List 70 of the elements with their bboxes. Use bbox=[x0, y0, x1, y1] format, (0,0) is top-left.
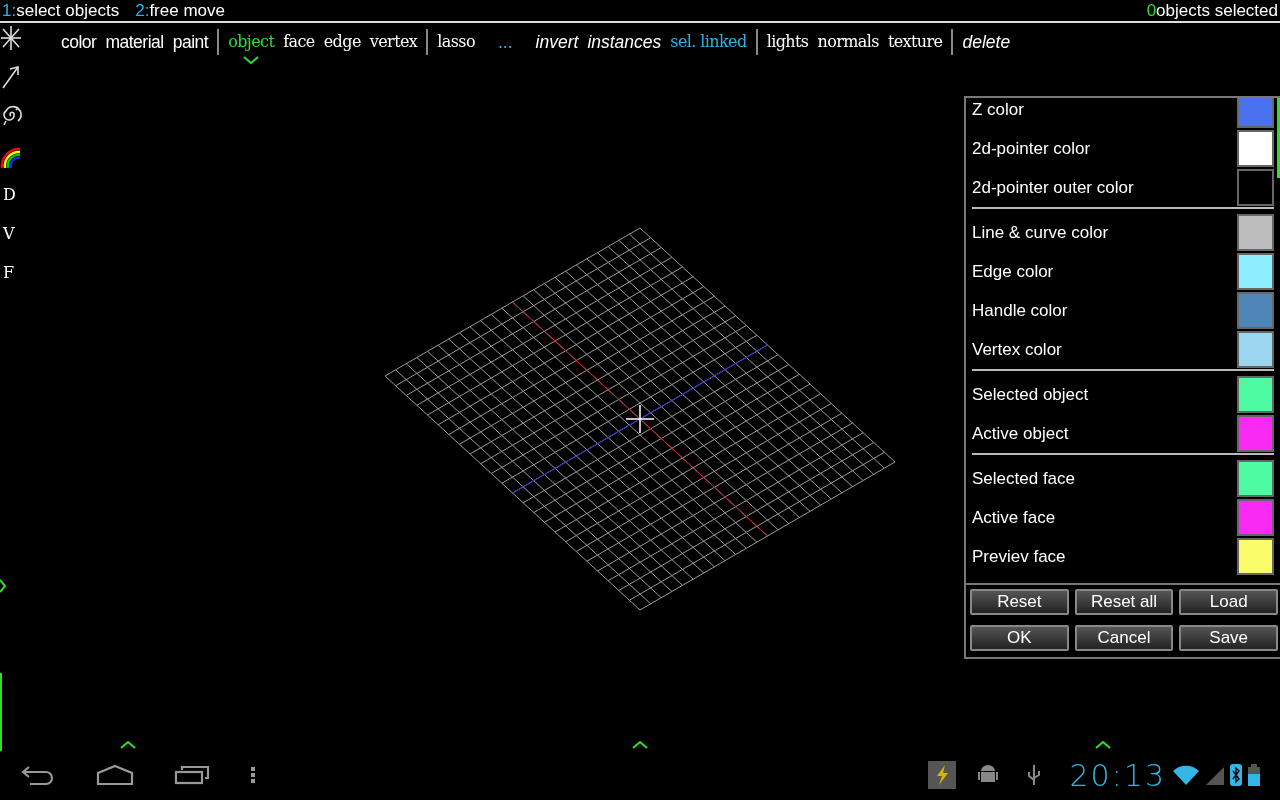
toolbar-item[interactable]: normals bbox=[817, 30, 879, 54]
battery-icon bbox=[1248, 764, 1260, 786]
toolbar-action[interactable]: delete bbox=[962, 28, 1011, 56]
toolbar-action[interactable]: invert bbox=[535, 28, 579, 56]
setting-label: Edge color bbox=[972, 260, 1054, 283]
panel-button[interactable]: Reset all bbox=[1074, 589, 1174, 615]
wifi-icon bbox=[1172, 764, 1200, 786]
toolbar-link[interactable]: sel. linked bbox=[670, 30, 747, 54]
usb-icon[interactable] bbox=[1025, 763, 1042, 787]
setting-label: Handle color bbox=[972, 299, 1068, 322]
signal-icon bbox=[1206, 765, 1224, 785]
chevron-icon[interactable] bbox=[1095, 741, 1111, 749]
more-menu[interactable]: ... bbox=[498, 28, 513, 56]
color-swatch[interactable] bbox=[1237, 214, 1274, 251]
color-swatch[interactable] bbox=[1237, 292, 1274, 329]
toolbar-item[interactable]: lasso bbox=[437, 30, 475, 54]
recent-apps-icon[interactable] bbox=[174, 765, 210, 785]
tool-letter[interactable]: F bbox=[0, 259, 15, 287]
toolbar-item[interactable]: material bbox=[105, 28, 164, 56]
clock: 20:13 bbox=[1069, 756, 1166, 795]
toolbar-action[interactable]: instances bbox=[587, 28, 662, 56]
home-icon[interactable] bbox=[96, 764, 134, 786]
panel-button[interactable]: Reset bbox=[970, 589, 1069, 615]
chevron-icon[interactable] bbox=[632, 741, 648, 749]
color-swatch[interactable] bbox=[1237, 98, 1274, 128]
chevron-icon[interactable] bbox=[0, 579, 7, 593]
panel-button[interactable]: Save bbox=[1179, 625, 1278, 651]
selection-status: 0objects selected bbox=[1146, 0, 1278, 21]
lightning-icon[interactable] bbox=[927, 761, 956, 789]
setting-label: Vertex color bbox=[972, 338, 1062, 361]
setting-label: Previev face bbox=[972, 545, 1066, 568]
color-swatch[interactable] bbox=[1237, 253, 1274, 290]
tool-letter[interactable]: D bbox=[0, 181, 16, 209]
menu-icon[interactable] bbox=[250, 766, 256, 784]
color-swatch[interactable] bbox=[1237, 499, 1274, 536]
back-icon[interactable] bbox=[20, 764, 56, 786]
toolbar-item[interactable]: color bbox=[61, 28, 97, 56]
setting-label: 2d-pointer outer color bbox=[972, 176, 1134, 199]
mode-hint: 2:free move bbox=[135, 0, 225, 21]
setting-label: Selected face bbox=[972, 467, 1075, 490]
setting-label: Active object bbox=[972, 422, 1069, 445]
color-swatch[interactable] bbox=[1237, 460, 1274, 497]
toolbar-item[interactable]: lights bbox=[766, 30, 809, 54]
color-swatch[interactable] bbox=[1237, 415, 1274, 452]
toolbar-item[interactable]: paint bbox=[172, 28, 209, 56]
panel-button[interactable]: Load bbox=[1179, 589, 1278, 615]
setting-label: Z color bbox=[972, 98, 1024, 121]
setting-label: Selected object bbox=[972, 383, 1089, 406]
color-swatch[interactable] bbox=[1237, 331, 1274, 368]
select-mode-tab[interactable]: vertex bbox=[369, 30, 418, 54]
setting-label: Line & curve color bbox=[972, 221, 1109, 244]
asterisk-icon[interactable] bbox=[0, 25, 22, 53]
chevron-icon[interactable] bbox=[120, 741, 136, 749]
panel-button[interactable]: Cancel bbox=[1074, 625, 1174, 651]
tool-letter[interactable]: V bbox=[0, 220, 15, 248]
color-swatch[interactable] bbox=[1237, 538, 1274, 575]
color-swatch[interactable] bbox=[1237, 376, 1274, 413]
panel-button[interactable]: OK bbox=[970, 625, 1069, 651]
mode-hint: 1:select objects bbox=[2, 0, 120, 21]
crosshair-icon bbox=[625, 404, 655, 434]
color-swatch[interactable] bbox=[1237, 169, 1274, 206]
setting-label: Active face bbox=[972, 506, 1056, 529]
select-mode-tab[interactable]: edge bbox=[323, 30, 361, 54]
select-mode-tab[interactable]: face bbox=[283, 30, 315, 54]
select-mode-tab[interactable]: object bbox=[228, 30, 275, 54]
chevron-icon bbox=[243, 56, 260, 65]
toolbar-item[interactable]: texture bbox=[887, 30, 943, 54]
bluetooth-icon bbox=[1230, 764, 1242, 786]
color-swatch[interactable] bbox=[1237, 130, 1274, 167]
setting-label: 2d-pointer color bbox=[972, 137, 1091, 160]
